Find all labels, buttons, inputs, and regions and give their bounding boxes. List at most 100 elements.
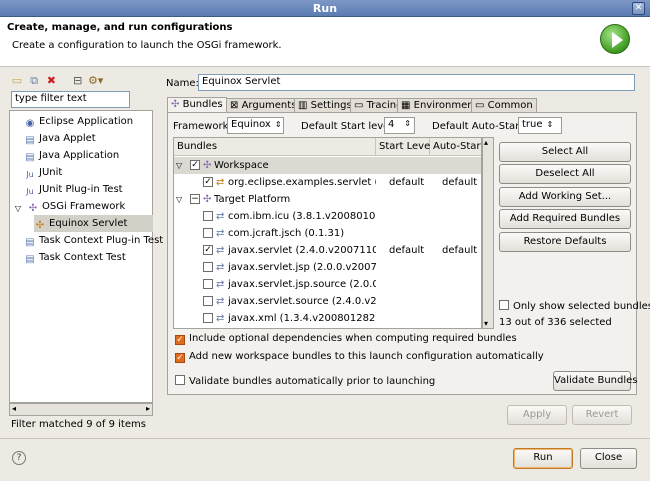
header-subtitle: Create a configuration to launch the OSG…	[12, 40, 282, 51]
footer-divider	[0, 438, 650, 439]
row-checkbox[interactable]	[203, 262, 213, 272]
tree-item-eclipse-application[interactable]: ◉ Eclipse Application	[24, 113, 134, 130]
osgi-config-icon: ✣	[35, 220, 45, 231]
table-row[interactable]: ⇄ javax.servlet.jsp (2.0.0.v20071102	[174, 259, 481, 276]
applet-icon: ▤	[25, 135, 35, 146]
select-all-button[interactable]: Select All	[499, 142, 631, 162]
checkbox-box[interactable]	[499, 300, 509, 310]
column-header-start-level[interactable]: Start Level	[376, 138, 433, 156]
row-checkbox[interactable]	[203, 313, 213, 323]
table-row[interactable]: ⇄ com.ibm.icu (3.8.1.v20080103)	[174, 208, 481, 225]
spinner-arrows-icon[interactable]: ⇕	[404, 119, 411, 128]
table-row[interactable]: ▽ ✓ ✣ Workspace	[174, 157, 481, 174]
row-checkbox[interactable]: ✓	[203, 245, 213, 255]
table-row[interactable]: ⇄ javax.servlet.source (2.4.0.v200711	[174, 293, 481, 310]
restore-defaults-button[interactable]: Restore Defaults	[499, 232, 631, 252]
window-titlebar: Run ✕	[0, 0, 650, 17]
tree-item-java-applet[interactable]: ▤ Java Applet	[24, 130, 95, 147]
checkbox-box[interactable]: ✓	[175, 353, 185, 363]
plugin-icon: ⇄	[216, 296, 225, 307]
row-checkbox[interactable]	[203, 211, 213, 221]
column-header-auto-start[interactable]: Auto-Start	[430, 138, 481, 156]
row-checkbox[interactable]	[203, 279, 213, 289]
dropdown-arrow-icon: ⇕	[274, 120, 282, 129]
tab-settings[interactable]: ▥ Settings	[294, 98, 356, 112]
tab-arguments[interactable]: ⊠ Arguments	[226, 98, 301, 112]
include-optional-checkbox[interactable]: ✓ Include optional dependencies when comp…	[175, 333, 517, 345]
row-checkbox[interactable]: ✓	[190, 160, 200, 170]
checkbox-box[interactable]	[175, 375, 185, 385]
row-checkbox[interactable]	[203, 296, 213, 306]
start-level-spinner[interactable]: 4 ⇕	[384, 117, 415, 134]
close-window-button[interactable]: ✕	[632, 2, 645, 15]
scroll-down-icon[interactable]: ▾	[484, 319, 488, 328]
filter-status: Filter matched 9 of 9 items	[11, 419, 146, 430]
plugin-icon: ⇄	[216, 279, 225, 290]
validate-automatically-checkbox[interactable]: Validate bundles automatically prior to …	[175, 375, 435, 387]
scroll-right-icon[interactable]: ▸	[146, 404, 150, 413]
scroll-left-icon[interactable]: ◂	[12, 404, 16, 413]
name-label: Name:	[166, 78, 199, 89]
framework-label: Framework:	[173, 121, 232, 132]
add-new-bundles-checkbox[interactable]: ✓ Add new workspace bundles to this launc…	[175, 351, 544, 363]
only-selected-checkbox[interactable]: Only show selected bundles	[499, 300, 650, 312]
validate-bundles-button[interactable]: Validate Bundles	[553, 371, 638, 391]
common-tab-icon: ▭	[475, 100, 485, 111]
osgi-icon: ✣	[28, 203, 38, 214]
add-required-bundles-button[interactable]: Add Required Bundles	[499, 209, 631, 229]
help-icon[interactable]: ?	[12, 451, 26, 465]
tree-horizontal-scrollbar[interactable]: ◂ ▸	[9, 403, 153, 416]
table-row[interactable]: ⇄ com.jcraft.jsch (0.1.31)	[174, 225, 481, 242]
checkbox-box[interactable]: ✓	[175, 335, 185, 345]
tab-bundles[interactable]: ✣ Bundles	[167, 97, 227, 113]
auto-start-select[interactable]: true ⇕	[518, 117, 562, 134]
config-tree: ◉ Eclipse Application ▤ Java Applet ▤ Java …	[9, 110, 163, 403]
delete-icon[interactable]: ✖	[44, 74, 58, 88]
collapse-toggle-icon[interactable]: ▽	[12, 203, 24, 215]
target-platform-icon: ✣	[203, 194, 212, 205]
tree-item-osgi-framework[interactable]: ▽ ✣ OSGi Framework	[12, 198, 125, 215]
tree-item-java-application[interactable]: ▤ Java Application	[24, 147, 119, 164]
collapse-toggle-icon[interactable]: ▽	[176, 191, 182, 208]
row-checkbox[interactable]	[203, 228, 213, 238]
tree-item-task-context-test[interactable]: ▤ Task Context Test	[24, 249, 126, 266]
deselect-all-button[interactable]: Deselect All	[499, 164, 631, 184]
collapse-all-icon[interactable]: ⊟	[71, 74, 85, 88]
collapse-toggle-icon[interactable]: ▽	[176, 157, 182, 174]
framework-select[interactable]: Equinox ⇕	[227, 117, 284, 134]
new-config-icon[interactable]: ▭	[10, 74, 24, 88]
tree-item-junit[interactable]: Ju JUnit	[24, 164, 62, 181]
java-app-icon: ▤	[25, 152, 35, 163]
table-row[interactable]: ⇄ javax.servlet.jsp.source (2.0.0.v200	[174, 276, 481, 293]
revert-button[interactable]: Revert	[572, 405, 632, 425]
run-button[interactable]: Run	[513, 448, 573, 469]
tree-item-junit-plugin-test[interactable]: Ju JUnit Plug-in Test	[24, 181, 122, 198]
task-context-icon: ▤	[25, 254, 35, 265]
duplicate-icon[interactable]: ⧉	[27, 74, 41, 88]
auto-start-label: Default Auto-Start:	[432, 121, 527, 132]
apply-button[interactable]: Apply	[507, 405, 567, 425]
tree-item-equinox-servlet[interactable]: ✣ Equinox Servlet	[34, 215, 153, 232]
plugin-icon: ⇄	[216, 228, 225, 239]
workspace-icon: ✣	[203, 160, 212, 171]
column-header-bundles[interactable]: Bundles	[174, 138, 376, 156]
filter-input[interactable]: type filter text	[11, 91, 130, 108]
tab-common[interactable]: ▭ Common	[471, 98, 537, 112]
selected-count: 13 out of 336 selected	[499, 317, 612, 328]
close-button[interactable]: Close	[580, 448, 637, 469]
table-vertical-scrollbar[interactable]: ▴ ▾	[482, 137, 494, 329]
table-row[interactable]: ⇄ javax.xml (1.3.4.v200801282000)	[174, 310, 481, 327]
tab-environment[interactable]: ▦ Environment	[397, 98, 482, 112]
scroll-up-icon[interactable]: ▴	[484, 138, 488, 147]
table-row[interactable]: ✓ ⇄ javax.servlet (2.4.0.v200711021030 d…	[174, 242, 481, 259]
tree-item-task-context-plugin-test[interactable]: ▤ Task Context Plug-in Test	[24, 232, 163, 249]
row-checkbox[interactable]: −	[190, 194, 200, 204]
row-checkbox[interactable]: ✓	[203, 177, 213, 187]
filter-icon[interactable]: ⚙▾	[88, 74, 103, 88]
bundles-tab-icon: ✣	[171, 99, 180, 110]
name-field[interactable]: Equinox Servlet	[198, 74, 635, 91]
table-row[interactable]: ▽ − ✣ Target Platform	[174, 191, 481, 208]
table-row[interactable]: ✓ ⇄ org.eclipse.examples.servlet (1.0.0 …	[174, 174, 481, 191]
environment-tab-icon: ▦	[401, 100, 411, 111]
add-working-set-button[interactable]: Add Working Set...	[499, 187, 631, 207]
